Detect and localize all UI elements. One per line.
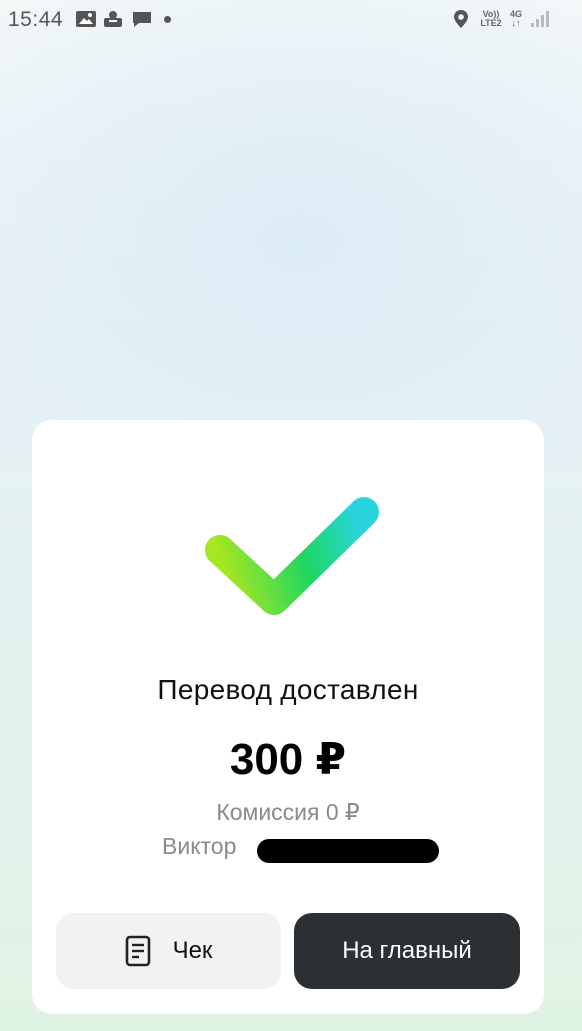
transfer-amount: 300 ₽ <box>229 735 347 784</box>
recipient-name: Виктор <box>162 833 237 859</box>
status-bar: 15:44 Vo)) LTE2 4G ↓↑ <box>0 0 582 40</box>
home-button[interactable]: На главный <box>294 913 520 989</box>
notification-dot <box>164 16 171 23</box>
commission-text: Комиссия 0 ₽ <box>216 799 360 825</box>
volte-bottom-label: LTE2 <box>480 18 502 28</box>
4g-icon: 4G ↓↑ <box>507 10 525 28</box>
receipt-button[interactable]: Чек <box>56 913 281 989</box>
app-icon <box>104 11 122 27</box>
message-icon <box>133 12 151 27</box>
redacted-block <box>257 839 439 863</box>
home-button-label: На главный <box>342 937 472 964</box>
transfer-result-card: Перевод доставлен 300 ₽ Комиссия 0 ₽ Вик… <box>32 420 544 1014</box>
location-icon <box>454 10 468 28</box>
image-icon <box>76 11 96 27</box>
receipt-button-label: Чек <box>172 937 213 964</box>
signal-icon <box>531 11 549 27</box>
receipt-icon <box>125 935 150 967</box>
status-time: 15:44 <box>8 8 64 31</box>
transfer-status-title: Перевод доставлен <box>157 674 419 705</box>
volte-icon: Vo)) LTE2 <box>478 10 504 28</box>
success-checkmark-icon <box>205 497 379 615</box>
data-arrows-icon: ↓↑ <box>511 18 521 28</box>
